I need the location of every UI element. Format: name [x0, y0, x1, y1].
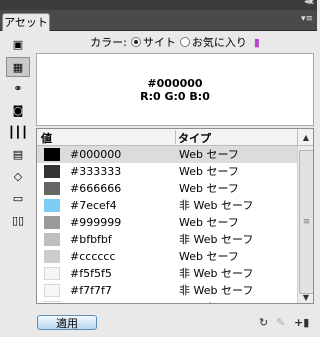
- preview-hex: #000000: [147, 76, 203, 90]
- column-header-type[interactable]: タイプ: [178, 130, 211, 146]
- color-type: Web セーフ: [179, 182, 239, 195]
- vertical-scrollbar[interactable]: ≡ ▼: [297, 146, 313, 303]
- table-row[interactable]: #999999 Web セーフ: [37, 214, 297, 231]
- images-icon[interactable]: ▣: [6, 35, 30, 53]
- site-radio[interactable]: サイト: [130, 34, 176, 50]
- color-hex: #000000: [70, 148, 122, 161]
- close-icon[interactable]: ✕: [307, 0, 315, 8]
- preview-rgb: R:0 G:0 B:0: [140, 89, 210, 103]
- list-header: 値 タイプ ▲: [37, 129, 313, 146]
- color-type: 非 Web セーフ: [179, 267, 254, 280]
- scrollbar-thumb[interactable]: ≡: [299, 150, 313, 294]
- color-hex: #cccccc: [70, 250, 116, 263]
- color-rows: #000000 Web セーフ #333333 Web セーフ #666666 Web セ…: [37, 146, 297, 303]
- apply-button[interactable]: 適用: [37, 315, 97, 330]
- color-swatch: [44, 216, 60, 229]
- favorites-radio-label: お気に入り: [191, 36, 247, 49]
- color-list: 値 タイプ ▲ #000000 Web セーフ #333333 Web セーフ #666…: [36, 128, 314, 304]
- templates-icon[interactable]: ▭: [6, 189, 30, 207]
- movies-icon[interactable]: ▤: [6, 145, 30, 163]
- table-row[interactable]: #f7f7f7 非 Web セーフ: [37, 282, 297, 299]
- refresh-icon[interactable]: ↻: [259, 316, 268, 329]
- color-swatch: [44, 267, 60, 280]
- column-header-value[interactable]: 値: [41, 130, 52, 146]
- color-type: Web セーフ: [179, 216, 239, 229]
- color-hex: #999999: [70, 216, 122, 229]
- panel-tabbar: アセット ▾≡: [0, 10, 317, 31]
- color-swatch: [44, 233, 60, 246]
- color-hex: #666666: [70, 182, 122, 195]
- site-radio-label: サイト: [142, 36, 176, 49]
- urls-icon[interactable]: ⚭: [6, 79, 30, 97]
- color-swatch: [44, 284, 60, 297]
- shockwave-icon[interactable]: ┃┃┃: [6, 123, 30, 141]
- add-to-favorites-icon[interactable]: +▮: [294, 316, 309, 329]
- scroll-down-icon[interactable]: ▼: [298, 293, 313, 303]
- asset-category-toolbar: ▣ ▦ ⚭ ◙ ┃┃┃ ▤ ◇ ▭ ▯▯: [4, 35, 32, 310]
- color-hex: #f7f7f7: [70, 284, 112, 297]
- color-swatch: [44, 148, 60, 161]
- column-divider: [175, 130, 176, 144]
- color-swatch: [44, 301, 60, 303]
- site-radio-indicator[interactable]: [130, 37, 141, 47]
- color-hex: #bfbfbf: [70, 233, 112, 246]
- color-hex: #f5f5f5: [70, 267, 112, 280]
- color-type: 非 Web セーフ: [179, 284, 254, 297]
- color-type: Web セーフ: [179, 165, 239, 178]
- tab-assets[interactable]: アセット: [2, 13, 50, 31]
- sort-up-icon[interactable]: ▲: [297, 129, 313, 145]
- table-row[interactable]: #bfbfbf 非 Web セーフ: [37, 231, 297, 248]
- library-icon[interactable]: ▯▯: [6, 211, 30, 229]
- color-type: 非 Web セーフ: [179, 199, 254, 212]
- table-row[interactable]: #333333 Web セーフ: [37, 163, 297, 180]
- table-row[interactable]: #000000 Web セーフ: [37, 146, 297, 163]
- table-row[interactable]: #f5f5f5 非 Web セーフ: [37, 265, 297, 282]
- color-type: 非 Web セーフ: [179, 233, 254, 246]
- color-mode-row: カラー: サイト お気に入り ▮: [36, 32, 314, 52]
- scripts-icon[interactable]: ◇: [6, 167, 30, 185]
- table-row[interactable]: #7ecef4 非 Web セーフ: [37, 197, 297, 214]
- favorites-bookmark-icon: ▮: [253, 35, 260, 49]
- panel-footer: 適用 ↻ ✎ +▮: [0, 306, 317, 337]
- color-swatch: [44, 250, 60, 263]
- color-type: Web セーフ: [179, 148, 239, 161]
- color-hex: #333333: [70, 165, 122, 178]
- color-preview: #000000 R:0 G:0 B:0: [36, 53, 314, 126]
- color-swatch: [44, 199, 60, 212]
- color-swatch: [44, 182, 60, 195]
- edit-icon[interactable]: ✎: [276, 316, 285, 329]
- color-type: Web セーフ: [179, 250, 239, 263]
- color-label: カラー:: [90, 36, 127, 49]
- table-row[interactable]: #666666 Web セーフ: [37, 180, 297, 197]
- flash-icon[interactable]: ◙: [6, 101, 30, 119]
- colors-icon[interactable]: ▦: [6, 57, 30, 77]
- table-row[interactable]: #ffffff Web セーフ: [37, 299, 297, 303]
- panel-menu-icon[interactable]: ▾≡: [301, 14, 313, 24]
- table-row[interactable]: #cccccc Web セーフ: [37, 248, 297, 265]
- color-hex: #ffffff: [70, 299, 102, 303]
- favorites-radio[interactable]: お気に入り: [179, 34, 247, 50]
- color-type: Web セーフ: [179, 299, 239, 303]
- color-swatch: [44, 165, 60, 178]
- favorites-radio-indicator[interactable]: [179, 37, 190, 47]
- color-hex: #7ecef4: [70, 199, 117, 212]
- panel-titlebar: ◂◂ ✕: [0, 0, 317, 10]
